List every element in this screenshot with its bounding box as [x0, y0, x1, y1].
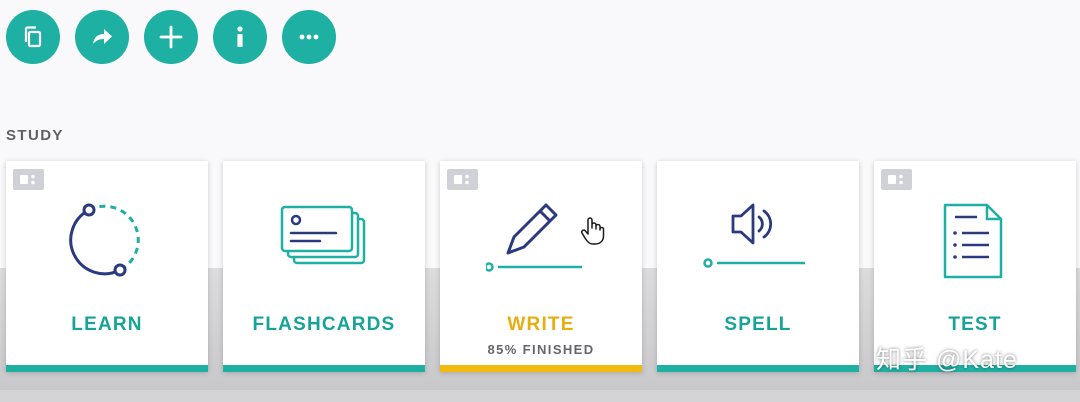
- test-document-icon: [943, 203, 1003, 279]
- more-button[interactable]: [282, 10, 336, 64]
- study-section-title: STUDY: [6, 127, 64, 144]
- write-card[interactable]: WRITE 85% FINISHED: [440, 161, 642, 372]
- learn-card[interactable]: LEARN: [6, 161, 208, 372]
- add-button[interactable]: [144, 10, 198, 64]
- card-label: FLASHCARDS: [252, 314, 396, 335]
- card-label: SPELL: [724, 314, 792, 335]
- share-icon: [93, 29, 112, 44]
- plus-icon: [159, 25, 183, 49]
- info-icon: [237, 26, 243, 47]
- copy-button[interactable]: [6, 10, 60, 64]
- toolbar: [6, 10, 336, 64]
- background-band-lower: [0, 390, 1080, 402]
- progress-status: 85% FINISHED: [487, 342, 595, 357]
- watermark-text: 知乎 @Kate: [876, 346, 1018, 374]
- card-label: WRITE: [507, 314, 575, 335]
- learn-progress-icon: [69, 203, 140, 277]
- card-badge-icon: [13, 169, 44, 190]
- card-label: LEARN: [71, 314, 143, 335]
- flashcards-card[interactable]: FLASHCARDS: [223, 161, 425, 372]
- card-badge-icon: [447, 169, 478, 190]
- share-button[interactable]: [75, 10, 129, 64]
- card-badge-icon: [881, 169, 912, 190]
- copy-icon: [24, 26, 42, 48]
- more-icon: [299, 34, 319, 40]
- hand-cursor-icon: [581, 217, 605, 245]
- card-label: TEST: [948, 314, 1002, 335]
- speaker-icon: [703, 203, 805, 268]
- flashcards-icon: [280, 205, 366, 265]
- spell-card[interactable]: SPELL: [657, 161, 859, 372]
- info-button[interactable]: [213, 10, 267, 64]
